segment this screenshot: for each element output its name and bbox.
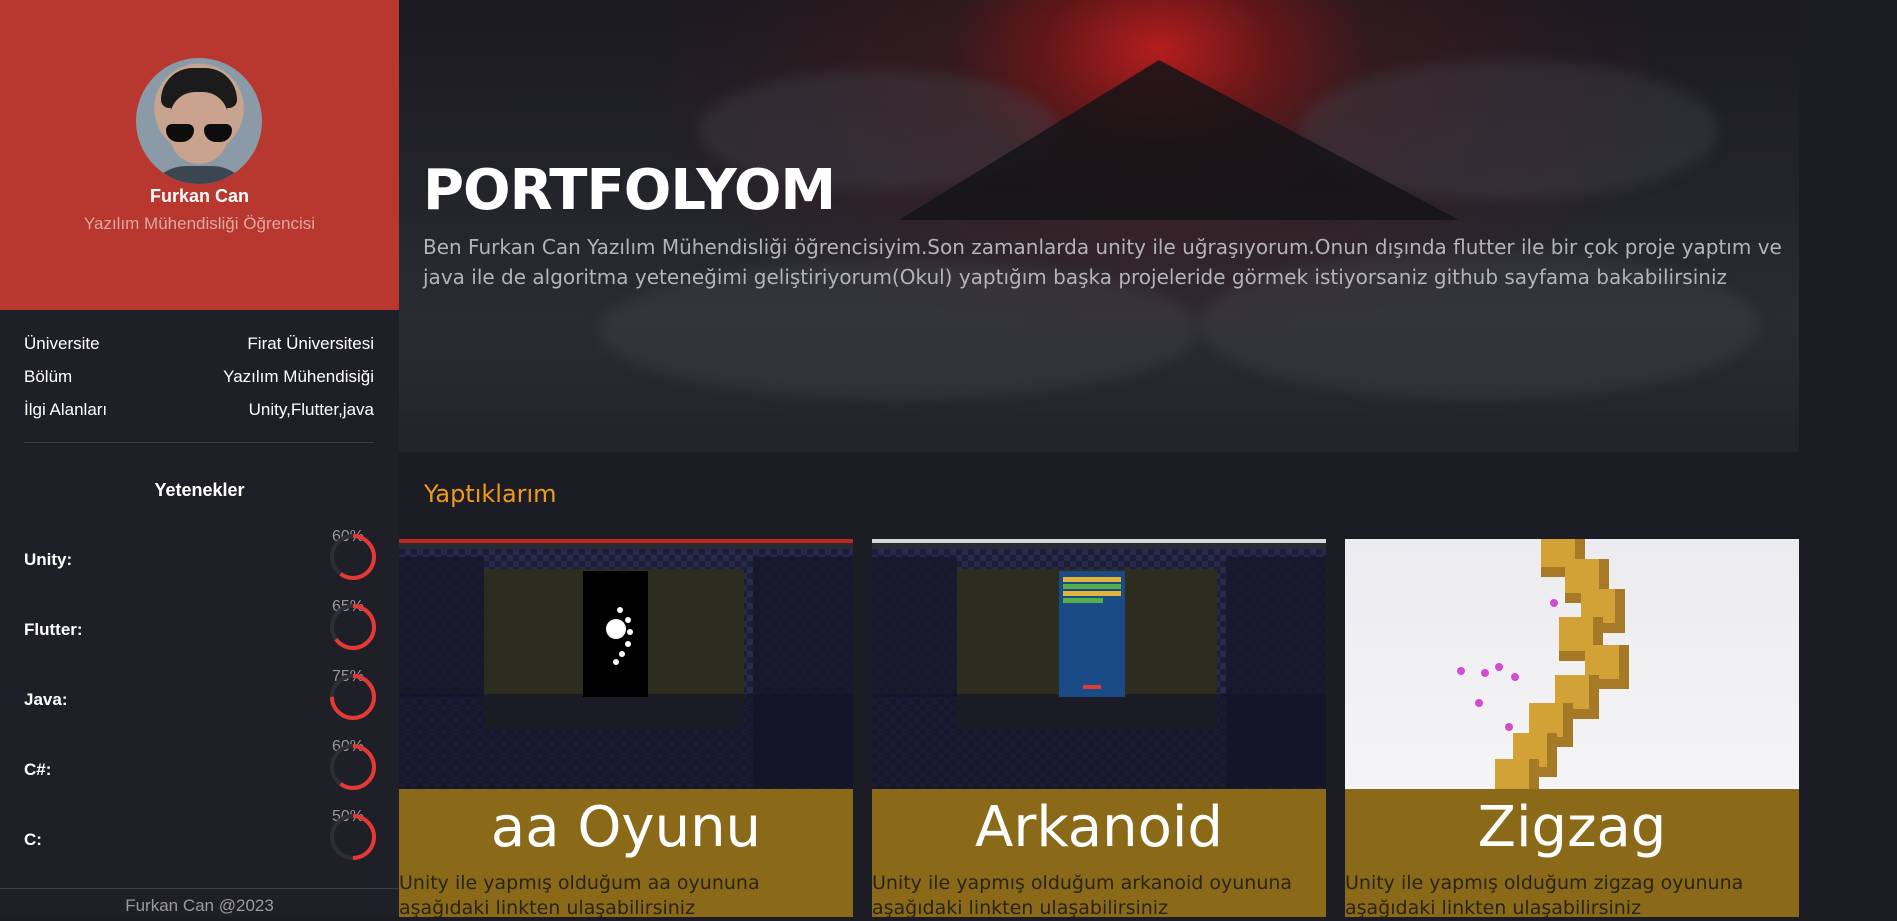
hero-title: PORTFOLYOM (423, 158, 836, 223)
project-card-zigzag[interactable]: Zigzag Unity ile yapmış olduğum zigzag o… (1345, 539, 1799, 919)
info-label: Bölüm (24, 367, 73, 386)
skill-flutter: Flutter: 65% (24, 598, 376, 658)
skill-java: Java: 75% (24, 668, 376, 728)
skill-name: C#: (24, 760, 52, 779)
skill-name: Java: (24, 690, 68, 709)
project-screenshot (872, 539, 1326, 789)
skill-name: Flutter: (24, 620, 83, 639)
skill-c: C: 50% (24, 808, 376, 868)
projects-title: Yaptıklarım (424, 480, 557, 508)
profile-title: Yazılım Mühendisliği Öğrencisi (83, 214, 316, 233)
divider (0, 888, 399, 889)
skill-name: Unity: (24, 550, 73, 569)
profile-card: Furkan Can Yazılım Mühendisliği Öğrencis… (0, 0, 399, 310)
info-label: Üniversite (24, 334, 100, 353)
project-description: Unity ile yapmış olduğum zigzag oyununa … (1345, 872, 1744, 919)
info-value: Firat Üniversitesi (247, 334, 374, 353)
game-preview (583, 571, 648, 697)
skill-progress-ring (330, 604, 376, 650)
project-description: Unity ile yapmış olduğum arkanoid oyunun… (872, 872, 1293, 919)
info-value: Yazılım Mühendisiği (223, 367, 374, 386)
info-value: Unity,Flutter,java (248, 400, 374, 419)
info-row-interests: İlgi Alanları Unity,Flutter,java (24, 400, 374, 424)
project-title: Arkanoid (975, 795, 1223, 860)
sidebar: Furkan Can Yazılım Mühendisliği Öğrencis… (0, 0, 399, 917)
info-row-department: Bölüm Yazılım Mühendisiği (24, 367, 374, 391)
info-label: İlgi Alanları (24, 400, 108, 419)
skill-progress-ring (330, 814, 376, 860)
project-description: Unity ile yapmış olduğum aa oyununa aşağ… (399, 872, 760, 919)
skill-progress-ring (330, 534, 376, 580)
profile-name: Furkan Can (149, 186, 250, 206)
project-screenshot (399, 539, 853, 789)
skills-title: Yetenekler (154, 480, 245, 500)
project-card-aa[interactable]: aa Oyunu Unity ile yapmış olduğum aa oyu… (399, 539, 853, 919)
skill-unity: Unity: 60% (24, 528, 376, 588)
footer-text: Furkan Can @2023 (125, 896, 274, 915)
skill-progress-ring (330, 674, 376, 720)
hero-banner: PORTFOLYOM Ben Furkan Can Yazılım Mühend… (399, 0, 1799, 452)
skill-progress-ring (330, 744, 376, 790)
project-screenshot (1345, 539, 1799, 789)
info-row-university: Üniversite Firat Üniversitesi (24, 334, 374, 358)
hero-description: Ben Furkan Can Yazılım Mühendisliği öğre… (423, 235, 1782, 289)
project-title: aa Oyunu (490, 795, 762, 860)
divider (24, 442, 374, 443)
project-card-arkanoid[interactable]: Arkanoid Unity ile yapmış olduğum arkano… (872, 539, 1326, 919)
skill-name: C: (24, 830, 42, 849)
skill-csharp: C#: 60% (24, 738, 376, 798)
game-preview (1059, 571, 1125, 697)
avatar (136, 58, 262, 184)
project-title: Zigzag (1477, 795, 1667, 860)
